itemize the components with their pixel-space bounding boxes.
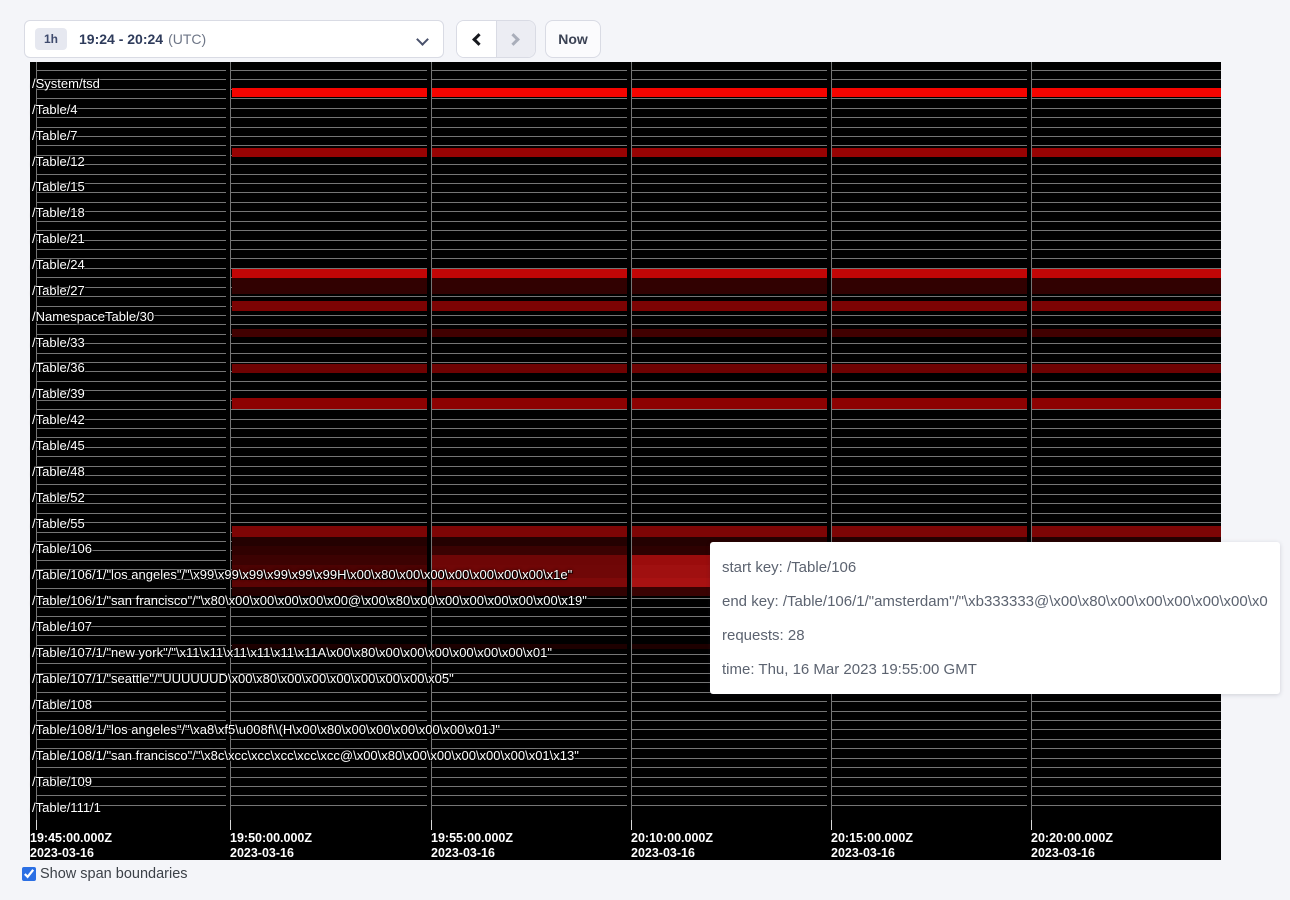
tooltip-requests: requests: 28 [722, 619, 1268, 653]
heat-band [232, 555, 431, 565]
column-grid-line [431, 62, 432, 820]
row-label: /Table/18 [32, 205, 85, 220]
next-time-button[interactable] [496, 21, 535, 57]
heat-band [431, 555, 631, 565]
axis-tick [431, 820, 432, 830]
chevron-down-icon [416, 33, 429, 46]
column-grid-line [230, 62, 231, 820]
heat-band [232, 148, 1221, 157]
heat-band [232, 364, 1221, 373]
axis-time-label: 20:10:00.000Z2023-03-16 [631, 831, 713, 861]
axis-time-label: 19:55:00.000Z2023-03-16 [431, 831, 513, 861]
axis-date-label: 2023-03-16 [30, 846, 112, 861]
row-label: /Table/48 [32, 464, 85, 479]
row-label: /Table/108/1/"san francisco"/"\x8c\xcc\x… [32, 748, 579, 763]
time-range-select[interactable]: 1h 19:24 - 20:24 (UTC) [24, 20, 444, 58]
row-label: /Table/108 [32, 697, 92, 712]
row-label: /System/tsd [32, 76, 100, 91]
row-label: /Table/111/1 [32, 800, 101, 815]
heat-band [232, 88, 1221, 97]
row-label: /NamespaceTable/30 [32, 309, 154, 324]
row-label: /Table/109 [32, 774, 92, 789]
span-tooltip: start key: /Table/106 end key: /Table/10… [710, 542, 1280, 694]
axis-time-label: 19:50:00.000Z2023-03-16 [230, 831, 312, 861]
axis-date-label: 2023-03-16 [831, 846, 913, 861]
row-label: /Table/15 [32, 179, 85, 194]
axis-tick [36, 820, 37, 830]
axis-time-label: 20:15:00.000Z2023-03-16 [831, 831, 913, 861]
axis-tick [230, 820, 231, 830]
axis-date-label: 2023-03-16 [431, 846, 513, 861]
axis-tick [631, 820, 632, 830]
footer: Show span boundaries [22, 866, 188, 882]
row-label: /Table/108/1/"los angeles"/"\xa8\xf5\u00… [32, 722, 500, 737]
row-label: /Table/27 [32, 283, 85, 298]
heat-band [232, 269, 1221, 278]
row-label: /Table/106/1/"san francisco"/"\x80\x00\x… [32, 593, 587, 608]
heat-band [232, 329, 1221, 337]
now-button[interactable]: Now [545, 20, 601, 58]
tooltip-start-key: start key: /Table/106 [722, 551, 1268, 585]
row-label: /Table/45 [32, 438, 85, 453]
row-label: /Table/39 [32, 386, 85, 401]
key-visualizer-canvas[interactable]: /System/tsd/Table/4/Table/7/Table/12/Tab… [30, 62, 1221, 860]
axis-date-label: 2023-03-16 [631, 846, 713, 861]
axis-date-label: 2023-03-16 [230, 846, 312, 861]
row-label: /Table/106/1/"los angeles"/"\x99\x99\x99… [32, 567, 572, 582]
heat-band [232, 278, 1221, 294]
show-span-boundaries-checkbox[interactable] [22, 867, 36, 881]
tooltip-end-key: end key: /Table/106/1/"amsterdam"/"\xb33… [722, 585, 1268, 619]
row-label: /Table/12 [32, 154, 85, 169]
row-label: /Table/36 [32, 360, 85, 375]
axis-tick [831, 820, 832, 830]
row-label: /Table/52 [32, 490, 85, 505]
heat-band [232, 546, 431, 555]
heat-band [232, 398, 1221, 409]
row-label: /Table/33 [32, 335, 85, 350]
key-visualizer-page: 1h 19:24 - 20:24 (UTC) Now /System/tsd/T… [0, 0, 1290, 900]
chevron-right-icon [508, 33, 521, 46]
column-grid-line [831, 62, 832, 820]
prev-time-button[interactable] [457, 21, 496, 57]
axis-tick [1031, 820, 1032, 830]
show-span-boundaries-label: Show span boundaries [40, 866, 188, 882]
row-label: /Table/106 [32, 541, 92, 556]
heat-band [232, 301, 1221, 311]
row-label: /Table/4 [32, 102, 78, 117]
axis-time-label: 20:20:00.000Z2023-03-16 [1031, 831, 1113, 861]
row-label: /Table/107 [32, 619, 92, 634]
time-range-timezone: (UTC) [168, 31, 206, 47]
time-range-text: 19:24 - 20:24 [79, 31, 163, 47]
axis-date-label: 2023-03-16 [1031, 846, 1113, 861]
row-label: /Table/107/1/"seattle"/"UUUUUUD\x00\x80\… [32, 671, 454, 686]
row-label: /Table/7 [32, 128, 78, 143]
column-grid-line [631, 62, 632, 820]
row-label: /Table/55 [32, 516, 85, 531]
row-label: /Table/107/1/"new york"/"\x11\x11\x11\x1… [32, 645, 552, 660]
chevron-left-icon [472, 33, 485, 46]
axis-time-label: 19:45:00.000Z2023-03-16 [30, 831, 112, 861]
column-grid-line [1031, 62, 1032, 820]
time-range-duration-badge: 1h [35, 28, 67, 50]
row-label: /Table/42 [32, 412, 85, 427]
time-nav-button-group [456, 20, 536, 58]
row-label: /Table/24 [32, 257, 85, 272]
row-label: /Table/21 [32, 231, 85, 246]
heat-band [232, 526, 1221, 537]
heat-band [431, 546, 631, 555]
tooltip-time: time: Thu, 16 Mar 2023 19:55:00 GMT [722, 653, 1268, 687]
